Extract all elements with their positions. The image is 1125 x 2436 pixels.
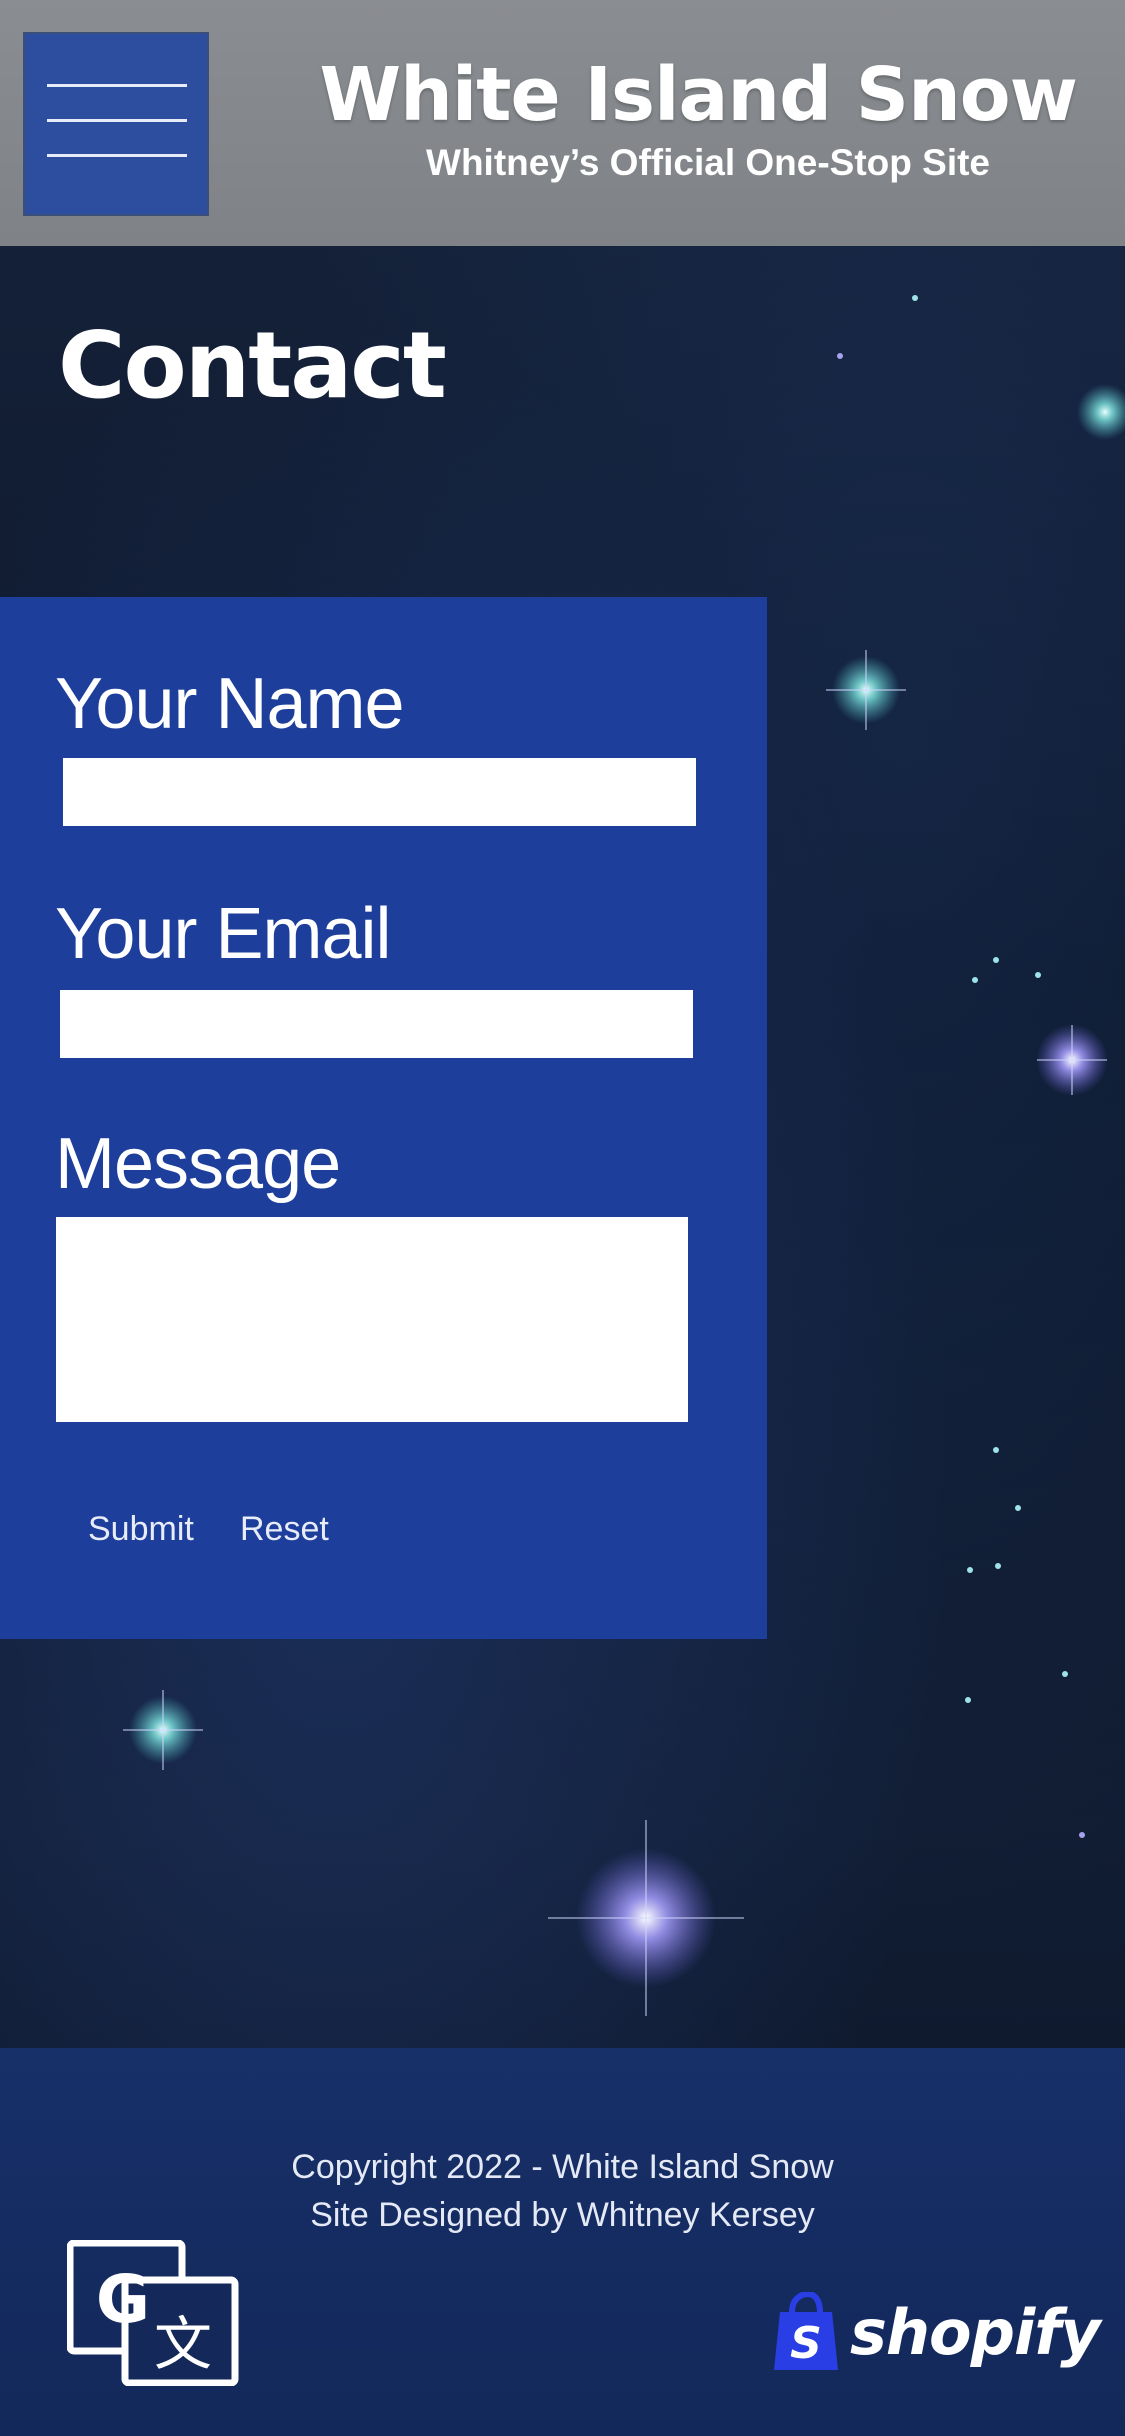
svg-text:G: G	[96, 2261, 150, 2338]
copyright-text: Copyright 2022 - White Island Snow	[291, 2148, 834, 2186]
site-header: White Island Snow Whitney’s Official One…	[0, 0, 1125, 246]
shopify-badge[interactable]: S shopify	[770, 2292, 1101, 2372]
email-field[interactable]	[60, 990, 693, 1058]
contact-form: Your Name Your Email Message Submit Rese…	[0, 597, 767, 1639]
google-translate-icon[interactable]: G 文	[67, 2240, 239, 2386]
hamburger-menu-icon[interactable]	[23, 32, 209, 216]
svg-text:S: S	[790, 2318, 822, 2369]
reset-button[interactable]: Reset	[240, 1510, 329, 1549]
name-label: Your Name	[55, 664, 405, 744]
menu-bar	[47, 154, 187, 157]
page-title: Contact	[58, 312, 447, 419]
shopify-label: shopify	[850, 2295, 1101, 2369]
menu-bar	[47, 119, 187, 122]
name-field[interactable]	[63, 758, 696, 826]
svg-text:文: 文	[154, 2310, 212, 2378]
submit-button[interactable]: Submit	[88, 1510, 194, 1549]
email-label: Your Email	[55, 894, 392, 974]
credit-text: Site Designed by Whitney Kersey	[310, 2196, 815, 2234]
message-label: Message	[55, 1124, 341, 1204]
menu-bar	[47, 84, 187, 87]
message-field[interactable]	[56, 1217, 688, 1422]
site-title[interactable]: White Island Snow	[320, 52, 1078, 138]
shopify-bag-icon: S	[774, 2292, 838, 2370]
site-subtitle: Whitney’s Official One-Stop Site	[426, 142, 990, 183]
